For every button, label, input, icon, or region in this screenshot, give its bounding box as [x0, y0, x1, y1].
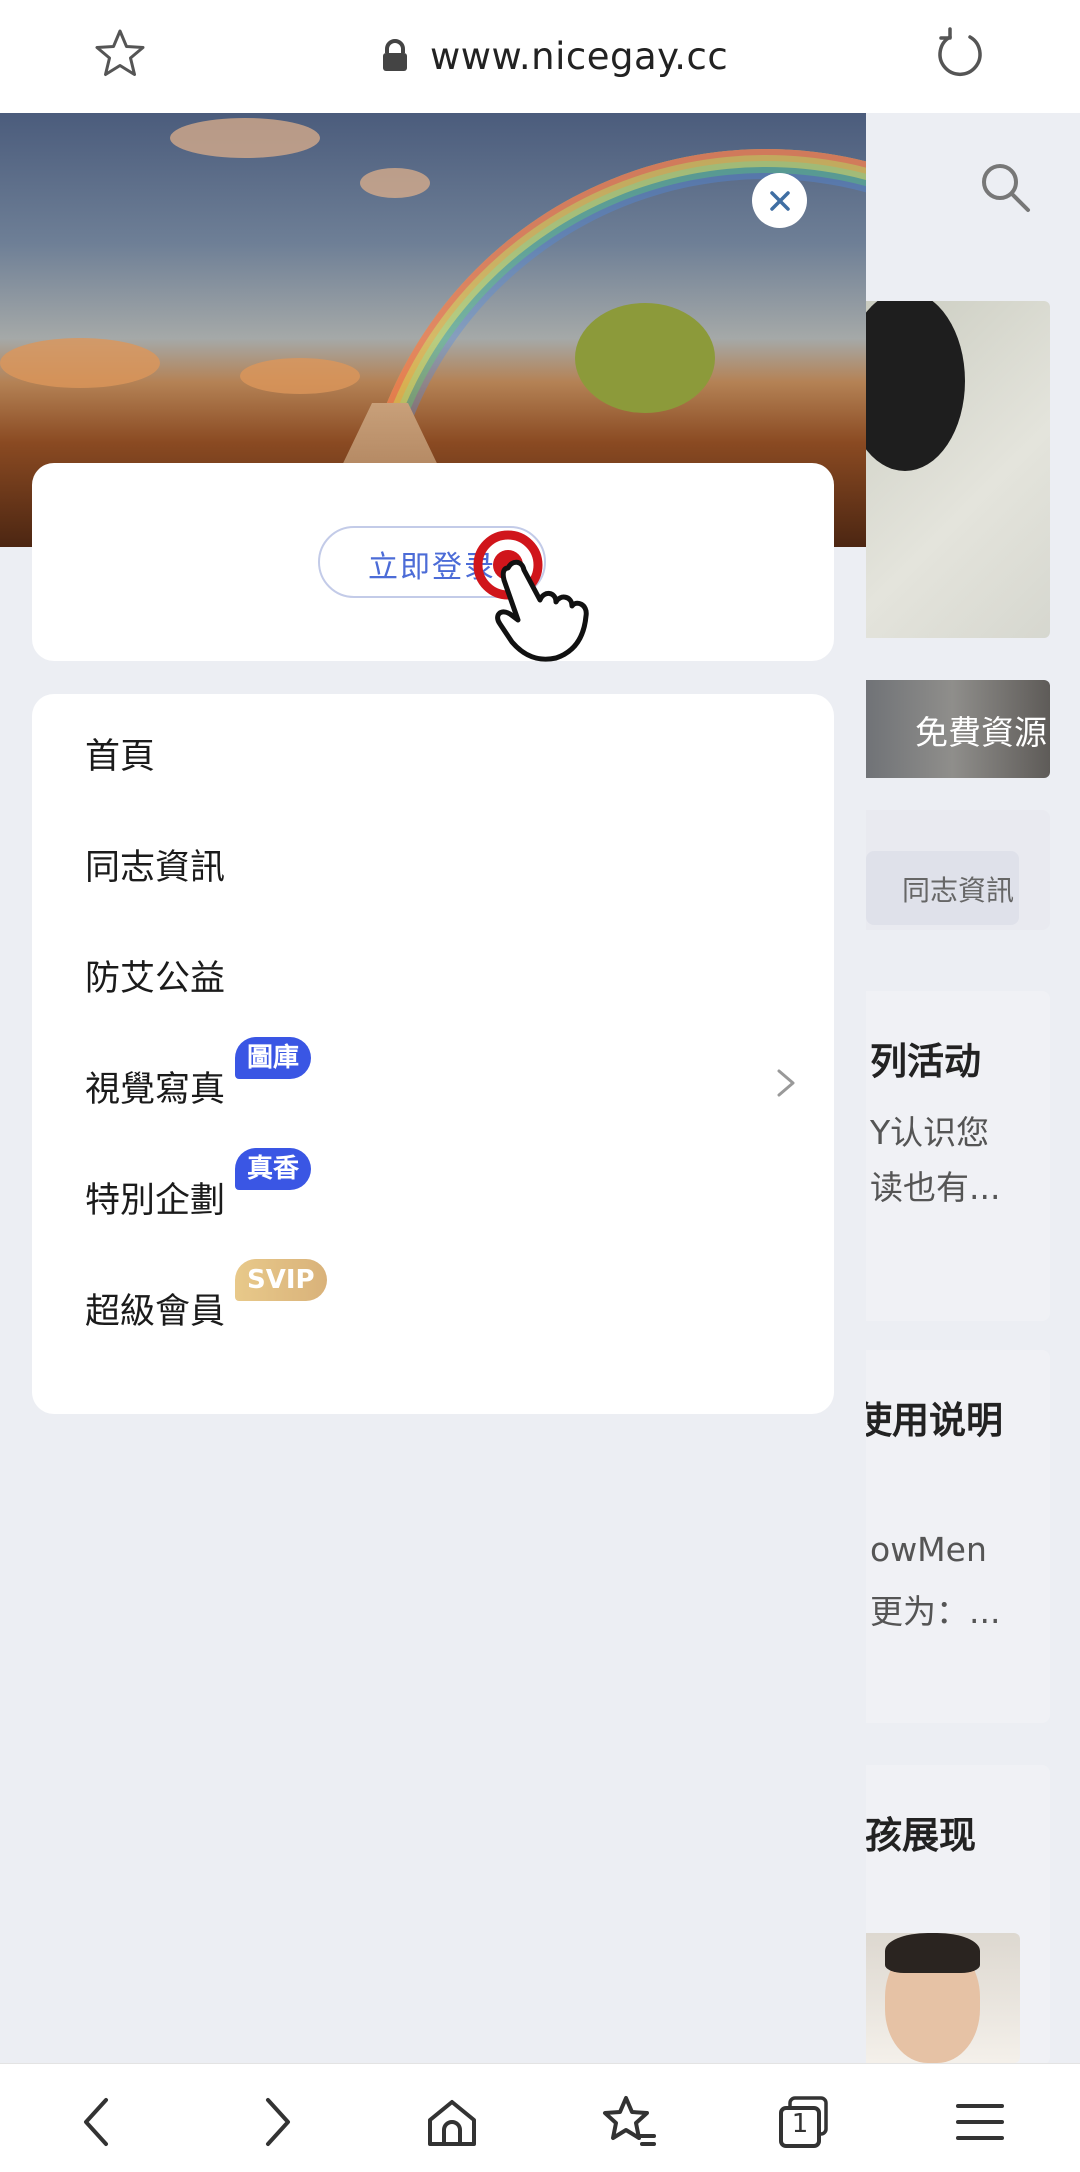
tree [575, 303, 715, 413]
login-card: 立即登录 [32, 463, 834, 661]
bookmarks-icon[interactable] [598, 2092, 658, 2152]
tap-hand-icon [473, 530, 589, 662]
browser-bottom-bar: 1 [0, 2063, 1080, 2172]
chevron-right-icon [777, 1069, 795, 1097]
card-title: 列活动 [870, 1040, 981, 1083]
menu-card: 首頁 同志資訊 防艾公益 視覺寫真 圖庫 特別企劃 真香 超級會員 SVIP [32, 694, 834, 1414]
background-article-card[interactable]: 使用说明 owMen 更为：... [855, 1350, 1050, 1723]
menu-icon[interactable] [950, 2092, 1010, 2152]
home-icon[interactable] [422, 2092, 482, 2152]
browser-top-bar: www.nicegay.cc [0, 0, 1080, 113]
background-featured-image[interactable] [855, 301, 1050, 638]
star-icon[interactable] [90, 25, 150, 85]
side-drawer: 立即登录 首頁 同志資訊 防艾公益 視覺寫真 圖庫 特別企劃 真香 超級會員 S… [0, 113, 866, 2063]
background-category-chip[interactable]: 同志資訊 [866, 851, 1019, 925]
menu-item-label: 首頁 [85, 737, 156, 777]
chip-text: 同志資訊 [902, 874, 1015, 907]
card-title: 使用说明 [855, 1399, 1003, 1442]
menu-item-label: 視覺寫真 [85, 1070, 226, 1110]
svip-badge: SVIP [235, 1259, 327, 1301]
background-article-card[interactable]: 列活动 Y认识您 读也有... [855, 991, 1050, 1321]
gallery-badge: 圖庫 [235, 1037, 312, 1079]
card-title: 孩展现 [865, 1814, 976, 1857]
tabs-button[interactable]: 1 [774, 2092, 834, 2152]
back-icon[interactable] [68, 2092, 128, 2152]
forward-icon[interactable] [246, 2092, 306, 2152]
tab-count: 1 [791, 2109, 809, 2139]
card-line: owMen [870, 1530, 987, 1569]
menu-item-visual-photos[interactable]: 視覺寫真 圖庫 [85, 1037, 845, 1123]
address-bar[interactable]: www.nicegay.cc [380, 28, 728, 84]
card-line: 读也有... [870, 1168, 1001, 1207]
background-banner[interactable]: 免費資源 [855, 680, 1050, 778]
card-line: Y认识您 [870, 1113, 990, 1152]
close-button[interactable] [752, 173, 807, 228]
menu-item-label: 超級會員 [85, 1292, 226, 1332]
menu-item-label: 防艾公益 [85, 959, 226, 999]
reload-icon[interactable] [930, 25, 990, 85]
banner-text: 免費資源 [915, 713, 1047, 752]
hot-badge: 真香 [235, 1148, 312, 1190]
card-line: 更为：... [870, 1592, 1001, 1631]
search-icon[interactable] [978, 160, 1032, 214]
background-portrait-image[interactable] [855, 1933, 1020, 2063]
lock-icon [383, 39, 407, 71]
menu-item-label: 同志資訊 [85, 848, 226, 888]
close-icon [769, 190, 790, 211]
url-text: www.nicegay.cc [430, 34, 729, 78]
menu-item-label: 特別企劃 [85, 1181, 226, 1221]
